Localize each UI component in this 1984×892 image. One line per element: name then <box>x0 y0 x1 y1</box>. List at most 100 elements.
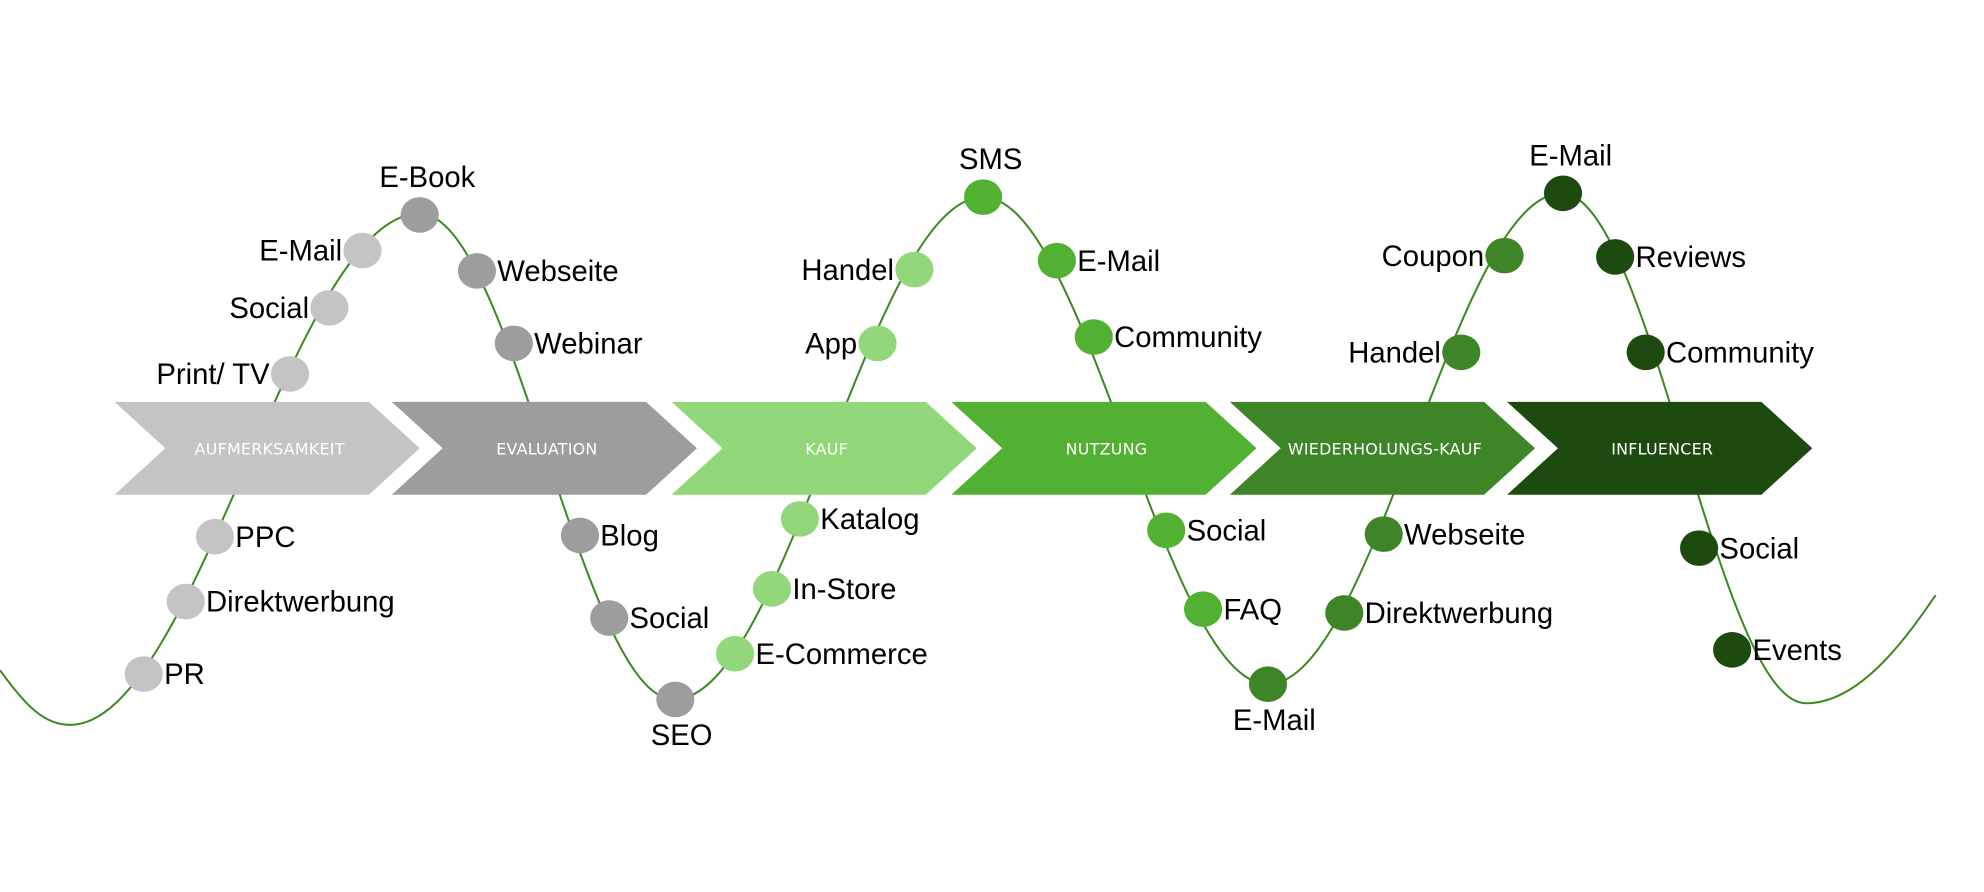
stage-label: WIEDERHOLUNGS-KAUF <box>1288 440 1482 459</box>
touchpoint-label: E-Mail <box>1529 140 1612 172</box>
touchpoint-handel: Handel <box>1348 334 1481 371</box>
touchpoint-webinar: Webinar <box>494 325 643 362</box>
touchpoint-e-mail: E-Mail <box>1037 242 1160 279</box>
touchpoint-sms: SMS <box>959 144 1022 215</box>
touchpoint-dot <box>858 325 897 362</box>
touchpoint-handel: Handel <box>801 251 934 288</box>
touchpoint-dot <box>1147 512 1186 549</box>
touchpoint-label: Blog <box>600 521 659 553</box>
touchpoint-label: Handel <box>801 255 894 287</box>
touchpoint-e-mail: E-Mail <box>1529 140 1612 212</box>
touchpoint-label: Social <box>1719 533 1799 565</box>
touchpoint-label: App <box>805 329 857 361</box>
touchpoint-community: Community <box>1074 319 1262 355</box>
touchpoint-dot <box>560 517 600 554</box>
stage-wiederholungs-kauf: WIEDERHOLUNGS-KAUF <box>1229 401 1536 495</box>
touchpoint-app: App <box>805 325 897 362</box>
touchpoint-direktwerbung: Direktwerbung <box>166 583 395 620</box>
touchpoint-dot <box>1364 516 1403 552</box>
touchpoint-dot <box>195 518 235 555</box>
touchpoint-label: PPC <box>235 522 295 554</box>
customer-journey-diagram: AUFMERKSAMKEIT EVALUATION KAUF NUTZUNG WIEDE… <box>0 140 1937 752</box>
touchpoint-social: Social <box>1680 530 1799 566</box>
touchpoint-label: SMS <box>959 144 1022 176</box>
touchpoint-label: E-Mail <box>1077 246 1160 278</box>
touchpoint-pr: PR <box>124 656 205 692</box>
touchpoint-faq: FAQ <box>1184 591 1282 627</box>
touchpoint-webseite: Webseite <box>457 253 619 289</box>
touchpoint-label: Community <box>1114 322 1262 354</box>
touchpoint-label: Katalog <box>820 504 919 536</box>
touchpoint-blog: Blog <box>560 517 659 554</box>
touchpoint-dot <box>1713 632 1752 668</box>
stage-kauf: KAUF <box>671 401 977 495</box>
stage-label: INFLUENCER <box>1611 440 1713 459</box>
stage-aufmerksamkeit: AUFMERKSAMKEIT <box>114 401 420 495</box>
touchpoint-dot <box>590 600 629 636</box>
touchpoint-dot <box>1485 237 1524 274</box>
touchpoint-dot <box>1248 666 1288 703</box>
touchpoint-dot <box>1442 334 1481 371</box>
touchpoint-social: Social <box>229 289 349 326</box>
touchpoint-e-mail: E-Mail <box>259 232 382 269</box>
stage-label: AUFMERKSAMKEIT <box>195 440 345 459</box>
touchpoint-label: E-Mail <box>259 236 342 268</box>
touchpoint-dot <box>1074 319 1113 355</box>
touchpoint-label: E-Book <box>379 162 475 194</box>
touchpoint-label: Reviews <box>1636 242 1747 274</box>
touchpoint-events: Events <box>1713 632 1842 668</box>
touchpoint-dot <box>457 253 497 289</box>
touchpoint-community: Community <box>1626 334 1814 371</box>
touchpoint-label: Direktwerbung <box>206 587 395 619</box>
stage-influencer: INFLUENCER <box>1507 401 1813 495</box>
touchpoint-social: Social <box>590 600 709 636</box>
touchpoint-dot <box>1626 334 1665 371</box>
stage-label: KAUF <box>805 440 848 459</box>
touchpoint-dot <box>1184 591 1223 627</box>
touchpoint-seo: SEO <box>651 681 713 752</box>
touchpoint-dot <box>716 635 755 672</box>
touchpoint-label: Webinar <box>534 329 643 361</box>
touchpoint-dot <box>400 197 439 233</box>
touchpoint-in-store: In-Store <box>752 571 896 607</box>
touchpoint-e-commerce: E-Commerce <box>716 635 928 672</box>
touchpoint-label: E-Commerce <box>755 639 927 671</box>
touchpoint-dot <box>1037 242 1076 279</box>
touchpoint-label: E-Mail <box>1233 705 1316 737</box>
touchpoint-label: Community <box>1666 337 1814 369</box>
touchpoint-direktwerbung: Direktwerbung <box>1325 595 1553 631</box>
touchpoint-label: SEO <box>651 720 713 752</box>
touchpoint-dot <box>166 583 205 620</box>
touchpoint-dot <box>895 251 934 288</box>
touchpoint-katalog: Katalog <box>780 501 920 537</box>
touchpoint-label: Coupon <box>1382 241 1484 273</box>
touchpoint-label: In-Store <box>792 574 896 606</box>
touchpoint-dot <box>270 356 310 392</box>
touchpoint-dot <box>124 656 163 692</box>
touchpoint-dot <box>1596 239 1635 275</box>
touchpoint-label: PR <box>164 659 205 691</box>
touchpoint-dot <box>310 289 349 326</box>
touchpoint-ppc: PPC <box>195 518 295 555</box>
touchpoint-print-tv: Print/ TV <box>156 356 310 392</box>
stage-label: NUTZUNG <box>1066 440 1148 459</box>
touchpoint-dot <box>1543 175 1583 212</box>
touchpoint-dot <box>780 501 820 537</box>
touchpoint-label: FAQ <box>1223 594 1282 626</box>
touchpoint-label: Social <box>229 293 309 325</box>
touchpoint-dot <box>343 232 382 269</box>
stage-evaluation: EVALUATION <box>391 401 697 495</box>
touchpoint-label: Social <box>1187 515 1267 547</box>
touchpoint-label: Webseite <box>1404 519 1525 551</box>
touchpoint-label: Events <box>1753 635 1842 667</box>
touchpoint-label: Webseite <box>497 256 618 288</box>
stage-nutzung: NUTZUNG <box>951 401 1257 495</box>
touchpoint-dot <box>494 325 533 362</box>
touchpoint-e-book: E-Book <box>379 162 476 233</box>
touchpoint-social: Social <box>1147 512 1267 549</box>
stage-label: EVALUATION <box>496 440 597 459</box>
touchpoint-dot <box>656 681 695 718</box>
touchpoint-label: Handel <box>1348 337 1441 369</box>
touchpoint-reviews: Reviews <box>1596 239 1746 275</box>
touchpoint-label: Direktwerbung <box>1365 598 1554 630</box>
